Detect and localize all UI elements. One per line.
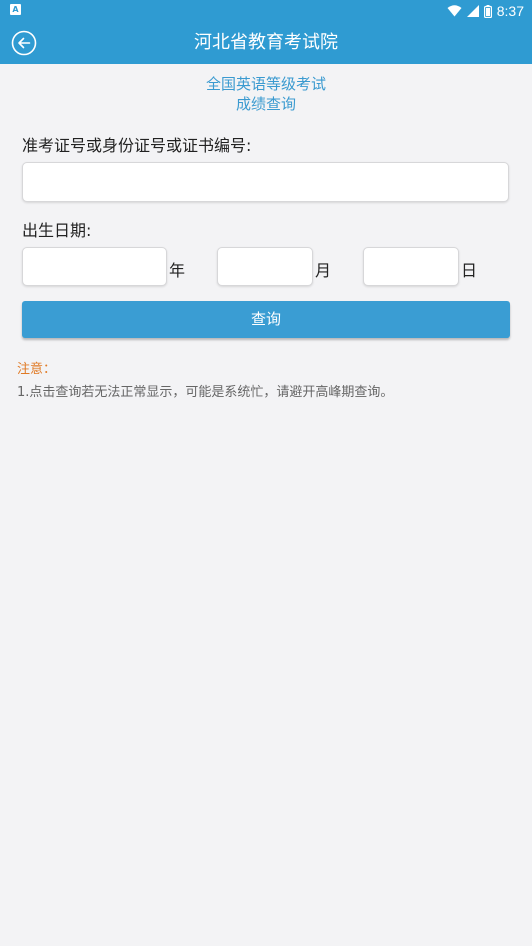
battery-icon	[483, 4, 492, 18]
day-unit-label: 日	[461, 261, 478, 280]
status-time: 8:37	[496, 3, 524, 19]
year-unit-label: 年	[169, 261, 186, 280]
heading-line-1: 全国英语等级考试	[205, 75, 326, 93]
signal-icon	[466, 5, 479, 17]
birth-month-input[interactable]	[217, 247, 313, 286]
id-number-label: 准考证号或身份证号或证书编号:	[22, 136, 252, 155]
notice-item: 1.点击查询若无法正常显示，可能是系统忙，请避开高峰期查询。	[17, 385, 394, 400]
month-unit-label: 月	[315, 261, 332, 280]
notice-title: 注意：	[17, 362, 57, 377]
wifi-icon	[447, 5, 462, 17]
heading-line-2: 成绩查询	[235, 95, 296, 113]
query-button[interactable]: 查询	[22, 301, 510, 338]
notification-app-icon: A	[10, 4, 21, 15]
id-number-input[interactable]	[22, 162, 509, 202]
status-bar: A 8:37	[0, 0, 532, 22]
status-icons: 8:37	[447, 0, 524, 22]
birth-date-label: 出生日期:	[22, 221, 92, 240]
app-header: 河北省教育考试院	[0, 22, 532, 64]
page-heading: 全国英语等级考试 成绩查询	[0, 74, 532, 114]
birth-day-input[interactable]	[363, 247, 459, 286]
page-title: 河北省教育考试院	[194, 32, 338, 53]
birth-year-input[interactable]	[22, 247, 167, 286]
